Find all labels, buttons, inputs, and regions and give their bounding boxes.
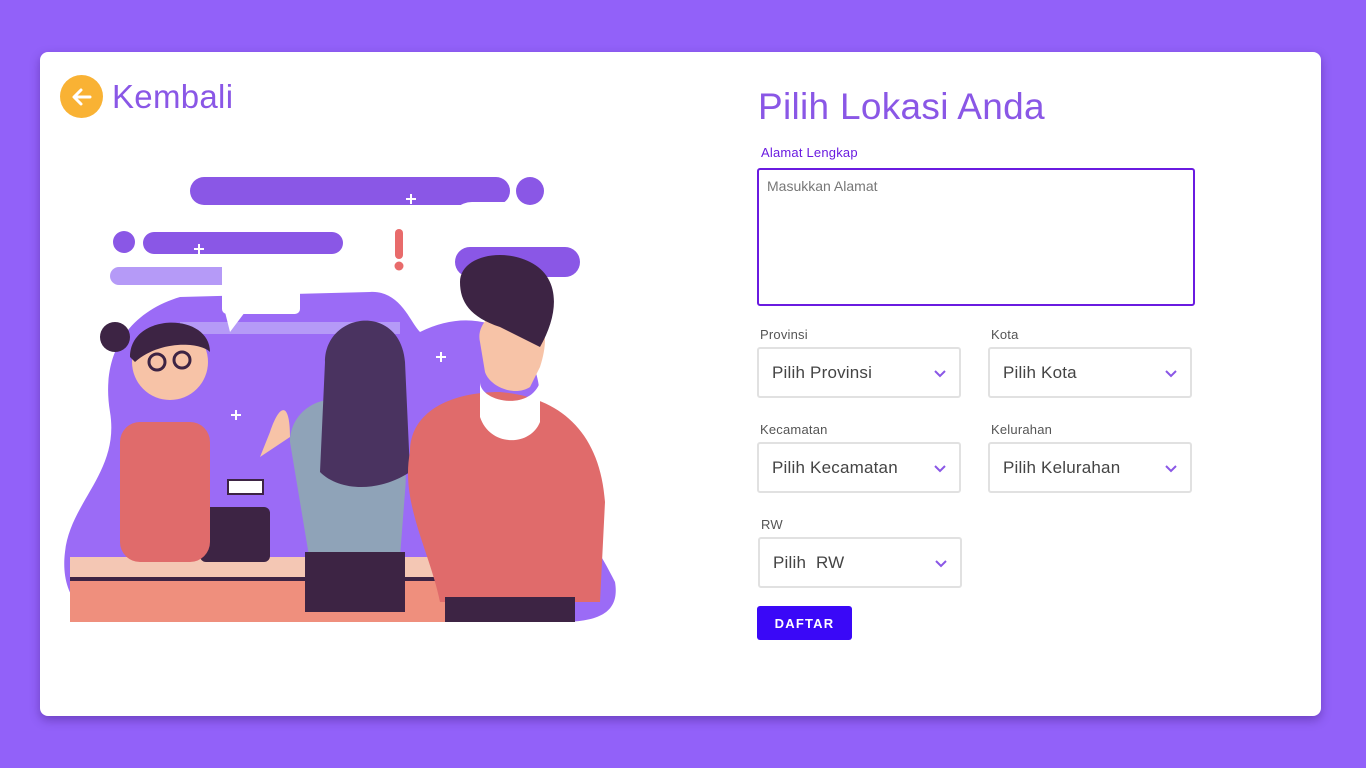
- provinsi-value: Pilih Provinsi: [772, 362, 873, 382]
- kecamatan-label: Kecamatan: [760, 422, 828, 437]
- kota-select[interactable]: Pilih Kota: [988, 347, 1192, 398]
- kelurahan-label: Kelurahan: [991, 422, 1053, 437]
- back-label[interactable]: Kembali: [112, 78, 233, 116]
- kelurahan-value: Pilih Kelurahan: [1003, 457, 1121, 477]
- chevron-down-icon: [935, 560, 947, 568]
- page-title: Pilih Lokasi Anda: [758, 86, 1045, 127]
- address-label: Alamat Lengkap: [761, 145, 858, 160]
- chevron-down-icon: [934, 370, 946, 378]
- chevron-down-icon: [934, 465, 946, 473]
- arrow-left-icon[interactable]: [60, 75, 103, 118]
- kelurahan-select[interactable]: Pilih Kelurahan: [988, 442, 1192, 493]
- chevron-down-icon: [1165, 465, 1177, 473]
- back-link[interactable]: Kembali: [60, 75, 233, 118]
- kota-value: Pilih Kota: [1003, 362, 1077, 382]
- kecamatan-select[interactable]: Pilih Kecamatan: [757, 442, 961, 493]
- provinsi-select[interactable]: Pilih Provinsi: [757, 347, 961, 398]
- rw-label: RW: [761, 517, 783, 532]
- submit-button[interactable]: DAFTAR: [757, 606, 852, 640]
- rw-value: Pilih RW: [773, 552, 845, 572]
- provinsi-label: Provinsi: [760, 327, 808, 342]
- shop-illustration: [64, 177, 616, 622]
- kota-label: Kota: [991, 327, 1019, 342]
- main-card: Kembali Pilih Lokasi Anda Alamat Lengkap…: [40, 52, 1321, 716]
- chevron-down-icon: [1165, 370, 1177, 378]
- kecamatan-value: Pilih Kecamatan: [772, 457, 898, 477]
- address-input[interactable]: [757, 168, 1195, 306]
- rw-select[interactable]: Pilih RW: [758, 537, 962, 588]
